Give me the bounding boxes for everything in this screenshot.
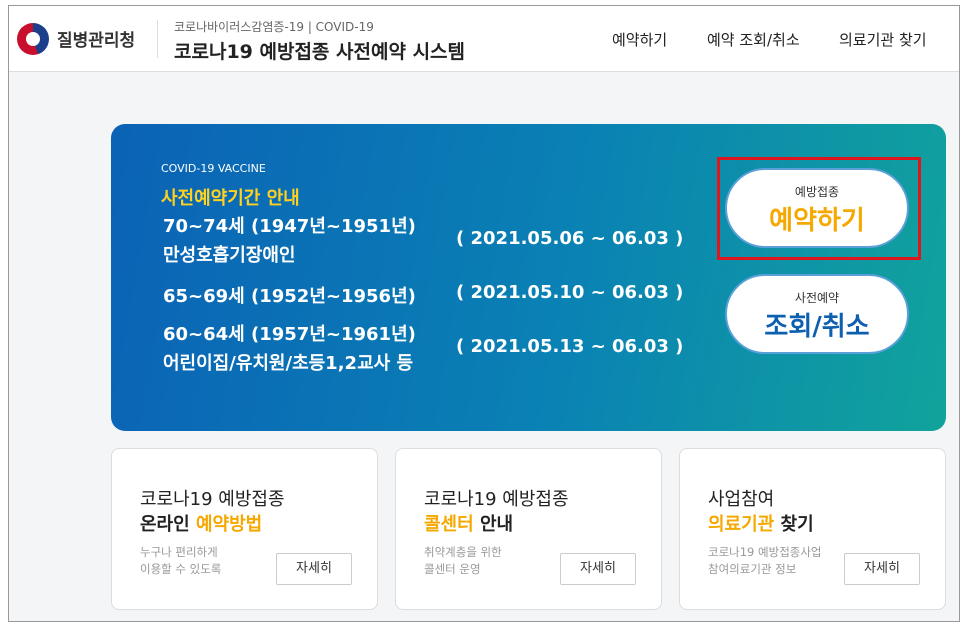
card-subtitle-accent: 의료기관	[708, 514, 775, 535]
banner-eyebrow: COVID-19 VACCINE	[161, 162, 266, 175]
lookup-large: 조회/취소	[764, 312, 870, 342]
lookup-small: 사전예약	[794, 291, 840, 305]
header: 질병관리청 코로나바이러스감염증-19 | COVID-19 코로나19 예방접…	[9, 6, 959, 72]
card-desc: 취약계층을 위한	[424, 545, 502, 559]
group-period: ( 2021.05.10 ~ 06.03 )	[456, 282, 684, 303]
highlight-box	[717, 157, 921, 260]
card-desc: 콜센터 운영	[424, 562, 481, 576]
nav-lookup-cancel[interactable]: 예약 조회/취소	[707, 29, 800, 50]
site-subtitle: 코로나바이러스감염증-19 | COVID-19	[174, 20, 374, 34]
card-find-clinic[interactable]: 사업참여의료기관 찾기 코로나19 예방접종사업참여의료기관 정보 자세히	[679, 448, 946, 610]
details-button[interactable]: 자세히	[276, 553, 352, 585]
details-button[interactable]: 자세히	[560, 553, 636, 585]
card-subtitle: 안내	[473, 514, 514, 535]
card-desc: 코로나19 예방접종사업	[708, 545, 822, 559]
group-age: 60~64세 (1957년~1961년)	[163, 324, 416, 345]
org-name[interactable]: 질병관리청	[57, 26, 135, 51]
card-subtitle-accent: 콜센터	[424, 514, 474, 535]
kdca-logo-icon[interactable]	[17, 23, 49, 55]
card-online-reservation[interactable]: 코로나19 예방접종온라인 예약방법 누구나 편리하게이용할 수 있도록 자세히	[111, 448, 378, 610]
site-title[interactable]: 코로나19 예방접종 사전예약 시스템	[174, 37, 465, 64]
card-title: 코로나19 예방접종	[424, 489, 569, 510]
group-period: ( 2021.05.13 ~ 06.03 )	[456, 336, 684, 357]
nav-find-clinic[interactable]: 의료기관 찾기	[839, 29, 927, 50]
details-button[interactable]: 자세히	[844, 553, 920, 585]
group-extra: 만성호흡기장애인	[163, 245, 296, 266]
card-call-center[interactable]: 코로나19 예방접종콜센터 안내 취약계층을 위한콜센터 운영 자세히	[395, 448, 662, 610]
card-subtitle-accent: 예약방법	[195, 514, 263, 535]
card-desc: 누구나 편리하게	[140, 545, 218, 559]
banner-heading: 사전예약기간 안내	[161, 188, 300, 209]
page: 질병관리청 코로나바이러스감염증-19 | COVID-19 코로나19 예방접…	[8, 5, 960, 622]
card-desc: 참여의료기관 정보	[708, 562, 797, 576]
card-title: 사업참여	[708, 489, 775, 510]
group-period: ( 2021.05.06 ~ 06.03 )	[456, 228, 684, 249]
lookup-cancel-button[interactable]: 사전예약 조회/취소	[725, 274, 909, 354]
card-subtitle: 온라인	[140, 514, 196, 535]
nav-reserve[interactable]: 예약하기	[612, 29, 667, 50]
group-age: 65~69세 (1952년~1956년)	[163, 286, 416, 307]
group-extra: 어린이집/유치원/초등1,2교사 등	[163, 353, 414, 374]
group-age: 70~74세 (1947년~1951년)	[163, 216, 416, 237]
divider	[157, 20, 158, 58]
card-title: 코로나19 예방접종	[140, 489, 285, 510]
card-subtitle: 찾기	[774, 514, 814, 535]
card-desc: 이용할 수 있도록	[140, 562, 222, 576]
